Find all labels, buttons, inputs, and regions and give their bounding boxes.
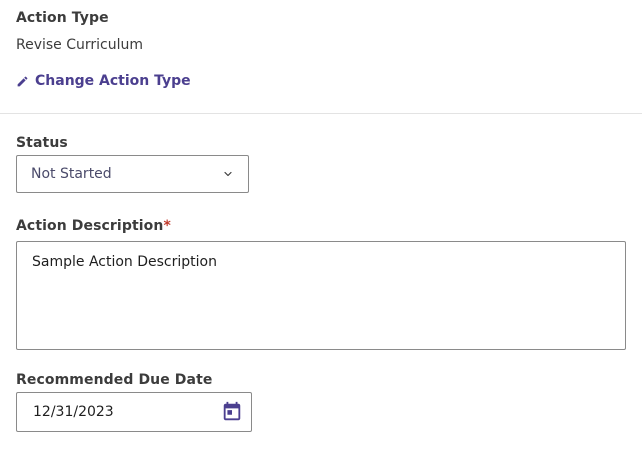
- required-marker: *: [163, 218, 171, 234]
- description-label-text: Action Description: [16, 218, 164, 234]
- section-divider: [0, 113, 642, 114]
- status-selected-value: Not Started: [31, 166, 112, 182]
- pencil-icon: [17, 76, 28, 86]
- description-label: Action Description*: [16, 218, 171, 234]
- due-date-input[interactable]: 12/31/2023: [16, 392, 252, 432]
- calendar-icon[interactable]: [221, 401, 243, 423]
- status-dropdown[interactable]: Not Started: [16, 155, 249, 193]
- change-action-type-label: Change Action Type: [35, 73, 191, 89]
- chevron-down-icon: [224, 171, 232, 177]
- change-action-type-link[interactable]: Change Action Type: [16, 73, 191, 89]
- status-label: Status: [16, 135, 68, 151]
- action-type-value: Revise Curriculum: [16, 37, 144, 53]
- due-date-label: Recommended Due Date: [16, 372, 213, 388]
- action-form: Action Type Revise Curriculum Change Act…: [0, 0, 642, 450]
- action-type-label: Action Type: [16, 10, 109, 26]
- description-textarea[interactable]: Sample Action Description: [16, 241, 626, 350]
- due-date-value: 12/31/2023: [33, 404, 114, 420]
